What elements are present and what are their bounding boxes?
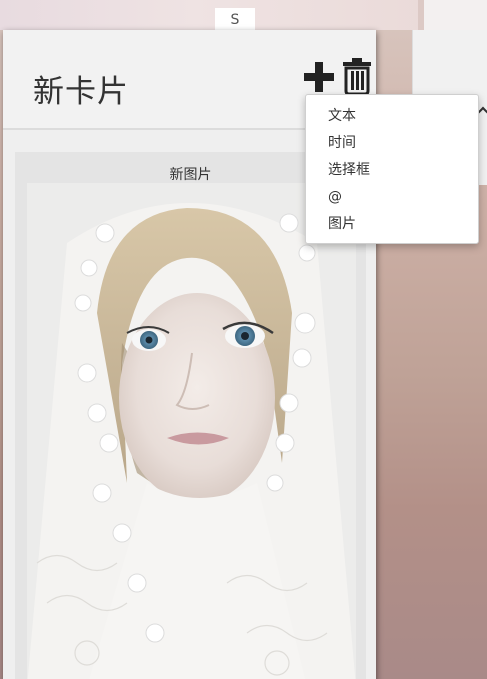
menu-item-text[interactable]: 文本 (306, 103, 478, 130)
menu-item-image[interactable]: 图片 (306, 211, 478, 238)
add-button[interactable] (304, 62, 334, 92)
menu-item-time[interactable]: 时间 (306, 130, 478, 157)
trash-icon (343, 58, 371, 96)
portrait-photo (27, 183, 356, 679)
card-title: 新卡片 (33, 74, 129, 110)
add-element-menu: 文本 时间 选择框 @ 图片 (305, 94, 479, 244)
menu-item-mention[interactable]: @ (306, 184, 478, 211)
background-tile-glyph: S (230, 12, 240, 28)
background-tile: S (215, 8, 255, 32)
delete-button[interactable] (341, 58, 373, 96)
background-card-edge (418, 0, 487, 30)
portrait-image (27, 183, 356, 679)
menu-item-checkbox[interactable]: 选择框 (306, 157, 478, 184)
